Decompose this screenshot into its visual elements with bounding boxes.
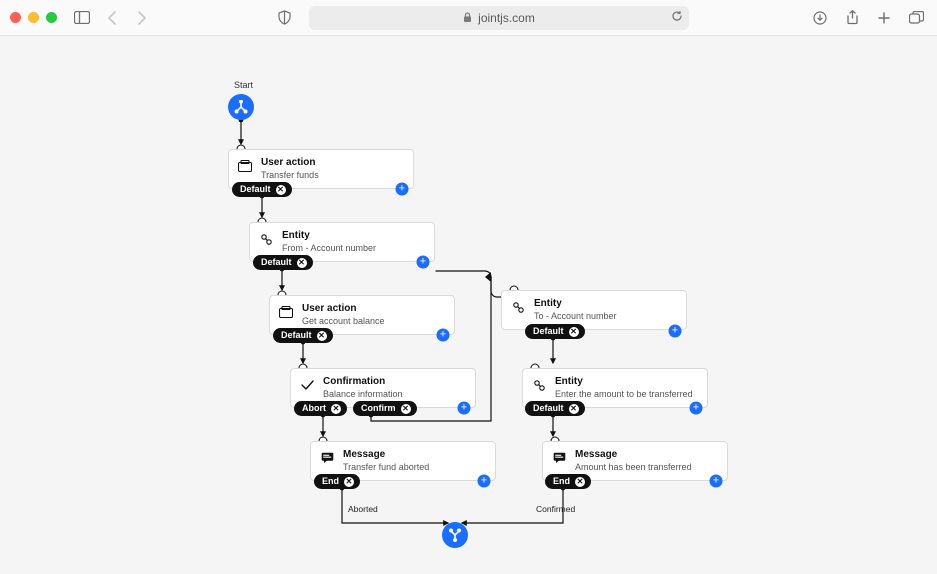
node-title: Entity: [282, 230, 376, 242]
output-pill-default[interactable]: Default✕: [525, 401, 585, 416]
check-icon: [299, 377, 315, 393]
user-action-icon: [237, 158, 253, 174]
url-text: jointjs.com: [478, 11, 535, 25]
close-window-button[interactable]: [10, 12, 21, 23]
tabs-overview-button[interactable]: [905, 7, 927, 29]
entity-icon: [531, 377, 547, 393]
node-subtitle: Balance information: [323, 389, 403, 400]
entity-icon: [258, 231, 274, 247]
downloads-button[interactable]: [809, 7, 831, 29]
output-pill-end[interactable]: End✕: [545, 474, 591, 489]
pill-remove-icon[interactable]: ✕: [331, 404, 341, 414]
pill-remove-icon[interactable]: ✕: [297, 258, 307, 268]
node-subtitle: From - Account number: [282, 243, 376, 254]
add-output-button[interactable]: +: [437, 329, 450, 342]
output-pill-default[interactable]: Default✕: [525, 324, 585, 339]
edge-label-confirmed: Confirmed: [536, 504, 575, 514]
flow-canvas[interactable]: Start User action Transfer funds Default…: [0, 36, 937, 574]
maximize-window-button[interactable]: [46, 12, 57, 23]
add-output-button[interactable]: +: [396, 183, 409, 196]
node-title: Message: [575, 449, 692, 461]
node-title: Message: [343, 449, 429, 461]
traffic-lights: [10, 12, 57, 23]
lock-icon: [463, 12, 472, 23]
back-button[interactable]: [101, 7, 123, 29]
node-subtitle: Transfer funds: [261, 170, 319, 181]
forward-button[interactable]: [131, 7, 153, 29]
connectors-layer: [0, 36, 937, 574]
node-title: Entity: [534, 298, 617, 310]
pill-remove-icon[interactable]: ✕: [276, 185, 286, 195]
node-subtitle: Amount has been transferred: [575, 462, 692, 473]
output-pill-default[interactable]: Default✕: [253, 255, 313, 270]
privacy-shield-icon[interactable]: [273, 7, 295, 29]
add-output-button[interactable]: +: [710, 475, 723, 488]
add-output-button[interactable]: +: [478, 475, 491, 488]
output-pill-abort[interactable]: Abort✕: [294, 401, 347, 416]
node-title: Entity: [555, 376, 693, 388]
node-subtitle: To - Account number: [534, 311, 617, 322]
add-output-button[interactable]: +: [690, 402, 703, 415]
share-button[interactable]: [841, 7, 863, 29]
pill-remove-icon[interactable]: ✕: [317, 331, 327, 341]
reload-button[interactable]: [671, 10, 683, 25]
pill-remove-icon[interactable]: ✕: [575, 477, 585, 487]
pill-remove-icon[interactable]: ✕: [344, 477, 354, 487]
node-title: Confirmation: [323, 376, 403, 388]
add-output-button[interactable]: +: [417, 256, 430, 269]
node-subtitle: Get account balance: [302, 316, 385, 327]
start-node[interactable]: [228, 94, 254, 120]
output-pill-default[interactable]: Default✕: [232, 182, 292, 197]
edge-label-aborted: Aborted: [348, 504, 378, 514]
output-pill-confirm[interactable]: Confirm✕: [353, 401, 417, 416]
message-icon: [551, 450, 567, 466]
node-subtitle: Enter the amount to be transferred: [555, 389, 693, 400]
add-output-button[interactable]: +: [458, 402, 471, 415]
message-icon: [319, 450, 335, 466]
toolbar-right: [809, 7, 927, 29]
minimize-window-button[interactable]: [28, 12, 39, 23]
output-pill-default[interactable]: Default✕: [273, 328, 333, 343]
node-subtitle: Transfer fund aborted: [343, 462, 429, 473]
address-bar[interactable]: jointjs.com: [309, 6, 689, 30]
pill-remove-icon[interactable]: ✕: [569, 404, 579, 414]
node-title: User action: [261, 157, 319, 169]
new-tab-button[interactable]: [873, 7, 895, 29]
browser-toolbar: jointjs.com: [0, 0, 937, 36]
end-node[interactable]: [442, 522, 468, 548]
pill-remove-icon[interactable]: ✕: [401, 404, 411, 414]
entity-icon: [510, 299, 526, 315]
node-title: User action: [302, 303, 385, 315]
user-action-icon: [278, 304, 294, 320]
sidebar-toggle-button[interactable]: [71, 7, 93, 29]
start-label: Start: [234, 80, 253, 90]
pill-remove-icon[interactable]: ✕: [569, 327, 579, 337]
add-output-button[interactable]: +: [669, 325, 682, 338]
output-pill-end[interactable]: End✕: [314, 474, 360, 489]
